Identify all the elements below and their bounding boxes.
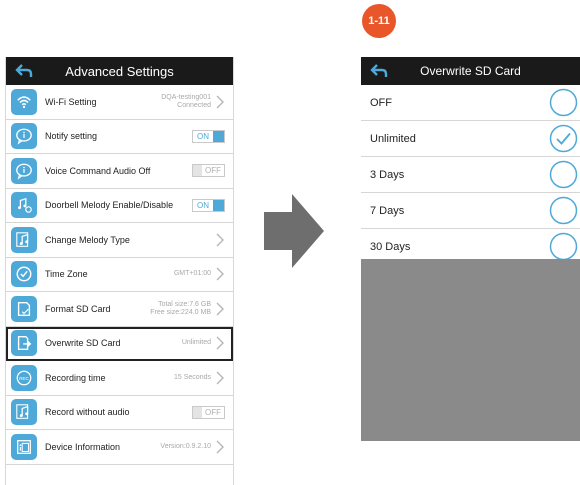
radio-empty-icon[interactable] (549, 232, 578, 261)
settings-row[interactable]: Wi-Fi Setting DQA-testing001 Connected (6, 85, 233, 120)
clock-icon (11, 261, 37, 288)
option-row[interactable]: 7 Days (361, 193, 580, 229)
settings-value-text: Version:0.9.2.10 (160, 442, 211, 450)
settings-row[interactable]: Time Zone GMT+01:00 (6, 258, 233, 292)
settings-row-label: Overwrite SD Card (45, 338, 121, 349)
settings-row[interactable]: Doorbell Melody Enable/Disable ON (6, 189, 233, 223)
title-bar: Advanced Settings (6, 57, 233, 85)
settings-row-label: Doorbell Melody Enable/Disable (45, 200, 174, 211)
right-arrow-icon (264, 194, 324, 268)
settings-row-value: DQA-testing001 Connected (161, 85, 225, 119)
settings-value-text: Unlimited (181, 339, 211, 347)
toggle-switch[interactable]: ON (192, 129, 225, 143)
settings-row-value: 15 Seconds (174, 361, 225, 395)
settings-row-value: OFF (192, 154, 225, 188)
option-label: OFF (370, 96, 392, 109)
rec-icon: REC (11, 364, 37, 391)
settings-row-label: Device Information (45, 441, 121, 452)
toggle-switch[interactable]: OFF (192, 405, 225, 419)
settings-value-text: DQA-testing001 Connected (161, 93, 211, 109)
back-arrow-icon[interactable] (370, 63, 388, 79)
option-list: OFF Unlimited 3 Days 7 Days 30 Days (361, 85, 580, 265)
settings-row[interactable]: Change Melody Type (6, 223, 233, 258)
option-label: 7 Days (370, 204, 405, 217)
page-title: Advanced Settings (65, 63, 174, 79)
settings-row[interactable]: Notify setting ON (6, 120, 233, 154)
music-icon (11, 226, 37, 253)
radio-checked-icon[interactable] (549, 124, 578, 153)
option-label: Unlimited (370, 132, 416, 145)
settings-row[interactable]: Overwrite SD Card Unlimited (6, 326, 233, 361)
settings-row-value: Total size:7.6 GB Free size:224.0 MB (150, 292, 225, 326)
settings-value-text: Total size:7.6 GB Free size:224.0 MB (150, 300, 211, 316)
option-row[interactable]: Unlimited (361, 121, 580, 157)
radio-empty-icon[interactable] (549, 196, 578, 225)
settings-list: Wi-Fi Setting DQA-testing001 Connected Noti… (6, 85, 233, 465)
overwrite-sd-card-screen: Overwrite SD Card OFF Unlimited 3 Days 7 Da… (361, 57, 580, 441)
page-title: Overwrite SD Card (420, 64, 521, 78)
settings-row-label: Time Zone (45, 269, 88, 280)
step-badge: 1-11 (362, 4, 396, 38)
settings-row-label: Voice Command Audio Off (45, 165, 151, 176)
chevron-right-icon (216, 371, 224, 385)
info-icon (11, 157, 37, 184)
overwrite-icon (11, 330, 37, 357)
settings-row-label: Format SD Card (45, 303, 111, 314)
music-icon (11, 399, 37, 426)
svg-text:REC: REC (19, 376, 29, 381)
settings-row-value: OFF (192, 396, 225, 430)
radio-empty-icon[interactable] (549, 88, 578, 117)
back-arrow-icon[interactable] (15, 63, 33, 79)
toggle-switch[interactable]: ON (192, 198, 225, 212)
settings-row-label: Wi-Fi Setting (45, 96, 97, 107)
radio-empty-icon[interactable] (549, 160, 578, 189)
settings-value-text: GMT+01:00 (173, 270, 211, 278)
settings-row[interactable]: Format SD Card Total size:7.6 GB Free size… (6, 292, 233, 327)
settings-row-value: Version:0.9.2.10 (160, 430, 225, 464)
chevron-right-icon (216, 336, 224, 350)
settings-row-value: Unlimited (182, 327, 225, 361)
option-label: 30 Days (370, 240, 411, 253)
chevron-right-icon (216, 95, 224, 109)
chevron-right-icon (216, 233, 224, 247)
option-label: 3 Days (370, 168, 405, 181)
settings-row-value: GMT+01:00 (174, 258, 225, 292)
option-row[interactable]: 3 Days (361, 157, 580, 193)
title-bar: Overwrite SD Card (361, 57, 580, 85)
settings-row[interactable]: REC Recording time 15 Seconds (6, 361, 233, 396)
music-settings-icon (11, 192, 37, 219)
settings-row-label: Change Melody Type (45, 234, 130, 245)
info-icon (11, 123, 37, 150)
sd-card-icon (11, 295, 37, 322)
settings-row[interactable]: Record without audio OFF (6, 396, 233, 430)
settings-row[interactable]: Device Information Version:0.9.2.10 (6, 430, 233, 465)
settings-value-text: 15 Seconds (174, 373, 211, 381)
wifi-icon (11, 88, 37, 115)
empty-area (361, 259, 580, 441)
advanced-settings-screen: Advanced Settings Wi-Fi Setting DQA-testi… (5, 57, 234, 485)
chevron-right-icon (216, 440, 224, 454)
settings-row-label: Record without audio (45, 407, 130, 418)
chevron-right-icon (216, 267, 224, 281)
device-info-icon (11, 433, 37, 460)
settings-row[interactable]: Voice Command Audio Off OFF (6, 154, 233, 189)
option-row[interactable]: OFF (361, 85, 580, 121)
settings-row-value: ON (192, 189, 225, 223)
settings-row-value: ON (192, 120, 225, 154)
settings-row-label: Recording time (45, 372, 106, 383)
settings-row-label: Notify setting (45, 131, 98, 142)
toggle-switch[interactable]: OFF (192, 164, 225, 178)
settings-row-value (215, 223, 225, 257)
chevron-right-icon (216, 302, 224, 316)
